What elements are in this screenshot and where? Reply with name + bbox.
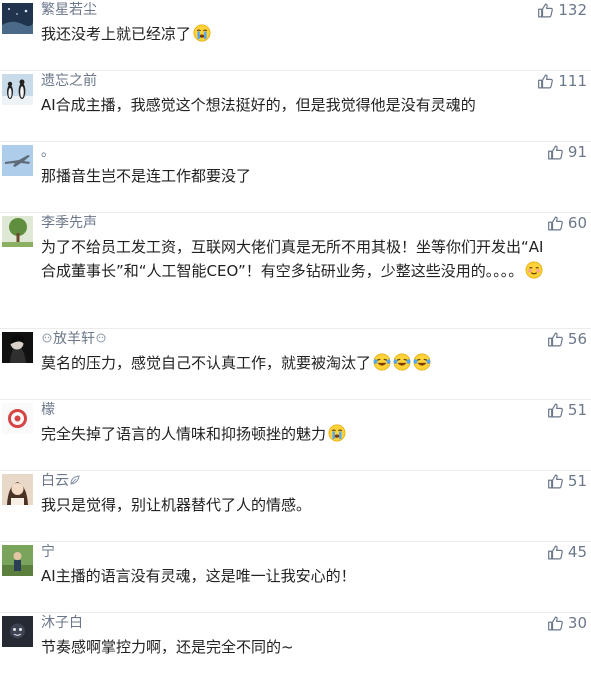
like-count: 132 (558, 1, 587, 19)
like-button[interactable]: 45 (547, 542, 587, 562)
thumbs-up-icon (547, 615, 564, 632)
comment-item: 繁星若尘我还没考上就已经凉了 132 (0, 0, 591, 71)
like-count: 30 (567, 614, 587, 632)
like-count: 51 (567, 401, 587, 419)
comment-text: 我还没考上就已经凉了 (41, 22, 551, 46)
comment-username[interactable]: 繁星若尘 (41, 1, 97, 19)
tree-avatar[interactable] (2, 216, 33, 247)
username-text: 白云 (41, 473, 69, 489)
comment-username[interactable]: 。 (41, 143, 55, 161)
username-text: 放羊轩 (53, 331, 95, 347)
username-text: 檬 (41, 402, 55, 418)
dark-portrait-avatar[interactable] (2, 332, 33, 363)
thumbs-up-icon (537, 73, 554, 90)
like-button[interactable]: 30 (547, 613, 587, 633)
sheep-icon (41, 332, 53, 344)
like-count: 111 (558, 72, 587, 90)
dark-cartoon-avatar[interactable] (2, 616, 33, 647)
username-text: 。 (41, 144, 55, 160)
like-button[interactable]: 91 (547, 142, 587, 162)
thumbs-up-icon (537, 2, 554, 19)
comment-item: 李季先声为了不给员工发工资，互联网大佬们真是无所不用其极！坐等你们开发出“AI合… (0, 213, 591, 329)
comment-body: 完全失掉了语言的人情味和抑扬顿挫的魅力 (41, 425, 327, 443)
comment-text: 那播音生岂不是连工作都要没了 (41, 164, 551, 188)
username-text: 繁星若尘 (41, 2, 97, 18)
comment-item: 遗忘之前 AI合成主播，我感觉这个想法挺好的，但是我觉得他是没有灵魂的 111 (0, 71, 591, 142)
username-text: 沐子白 (41, 615, 83, 631)
comment-item: 宁 AI主播的语言没有灵魂，这是唯一让我安心的！ 45 (0, 542, 591, 613)
comment-text: 完全失掉了语言的人情味和抑扬顿挫的魅力 (41, 422, 551, 446)
like-button[interactable]: 51 (547, 471, 587, 491)
leaf-icon (69, 474, 81, 486)
username-text: 李季先声 (41, 215, 97, 231)
comment-body: AI主播的语言没有灵魂，这是唯一让我安心的！ (41, 567, 356, 585)
laughing-tears-icon (373, 353, 391, 371)
comment-item: 放羊轩莫名的压力，感觉自己不认真工作，就要被淘汰了 56 (0, 329, 591, 400)
comment-body: 莫名的压力，感觉自己不认真工作，就要被淘汰了 (41, 354, 372, 372)
comment-item: 沐子白节奏感啊掌控力啊，还是完全不同的~ 30 (0, 613, 591, 684)
jet-avatar[interactable] (2, 145, 33, 176)
comment-text: 节奏感啊掌控力啊，还是完全不同的~ (41, 635, 551, 659)
comment-text: AI合成主播，我感觉这个想法挺好的，但是我觉得他是没有灵魂的 (41, 93, 551, 117)
smiling-face-icon (525, 261, 543, 279)
comment-body: 我只是觉得，别让机器替代了人的情感。 (41, 496, 312, 514)
username-text: 遗忘之前 (41, 73, 97, 89)
night-sky-avatar[interactable] (2, 3, 33, 34)
like-count: 45 (567, 543, 587, 561)
thumbs-up-icon (547, 144, 564, 161)
sheep-icon (95, 332, 107, 344)
like-count: 51 (567, 472, 587, 490)
comment-item: 檬完全失掉了语言的人情味和抑扬顿挫的魅力 51 (0, 400, 591, 471)
comment-body: 节奏感啊掌控力啊，还是完全不同的~ (41, 638, 294, 656)
thumbs-up-icon (547, 402, 564, 419)
like-button[interactable]: 132 (537, 0, 587, 20)
laughing-tears-icon (393, 353, 411, 371)
like-button[interactable]: 56 (547, 329, 587, 349)
thumbs-up-icon (547, 215, 564, 232)
like-button[interactable]: 60 (547, 213, 587, 233)
comment-item: 白云我只是觉得，别让机器替代了人的情感。 51 (0, 471, 591, 542)
thumbs-up-icon (547, 473, 564, 490)
crying-face-icon (328, 424, 346, 442)
like-count: 60 (567, 214, 587, 232)
comment-username[interactable]: 沐子白 (41, 614, 83, 632)
comment-username[interactable]: 放羊轩 (41, 330, 107, 348)
comment-text: 我只是觉得，别让机器替代了人的情感。 (41, 493, 551, 517)
comment-body: 那播音生岂不是连工作都要没了 (41, 167, 252, 185)
laughing-tears-icon (413, 353, 431, 371)
like-count: 91 (567, 143, 587, 161)
like-button[interactable]: 111 (537, 71, 587, 91)
username-text: 宁 (41, 544, 55, 560)
outdoor-person-avatar[interactable] (2, 545, 33, 576)
comment-username[interactable]: 白云 (41, 472, 81, 490)
like-count: 56 (567, 330, 587, 348)
penguins-avatar[interactable] (2, 74, 33, 105)
comment-username[interactable]: 宁 (41, 543, 55, 561)
comment-body: 为了不给员工发工资，互联网大佬们真是无所不用其极！坐等你们开发出“AI合成董事长… (41, 238, 544, 280)
thumbs-up-icon (547, 331, 564, 348)
comment-username[interactable]: 遗忘之前 (41, 72, 97, 90)
girl-avatar[interactable] (2, 474, 33, 505)
comment-item: 。那播音生岂不是连工作都要没了 91 (0, 142, 591, 213)
comment-text: 莫名的压力，感觉自己不认真工作，就要被淘汰了 (41, 351, 551, 375)
comment-text: 为了不给员工发工资，互联网大佬们真是无所不用其极！坐等你们开发出“AI合成董事长… (41, 235, 551, 283)
comment-username[interactable]: 檬 (41, 401, 55, 419)
thumbs-up-icon (547, 544, 564, 561)
crying-face-icon (193, 24, 211, 42)
red-ring-avatar[interactable] (2, 403, 33, 434)
like-button[interactable]: 51 (547, 400, 587, 420)
comment-username[interactable]: 李季先声 (41, 214, 97, 232)
comment-body: AI合成主播，我感觉这个想法挺好的，但是我觉得他是没有灵魂的 (41, 96, 476, 114)
comment-text: AI主播的语言没有灵魂，这是唯一让我安心的！ (41, 564, 551, 588)
comment-body: 我还没考上就已经凉了 (41, 25, 192, 43)
